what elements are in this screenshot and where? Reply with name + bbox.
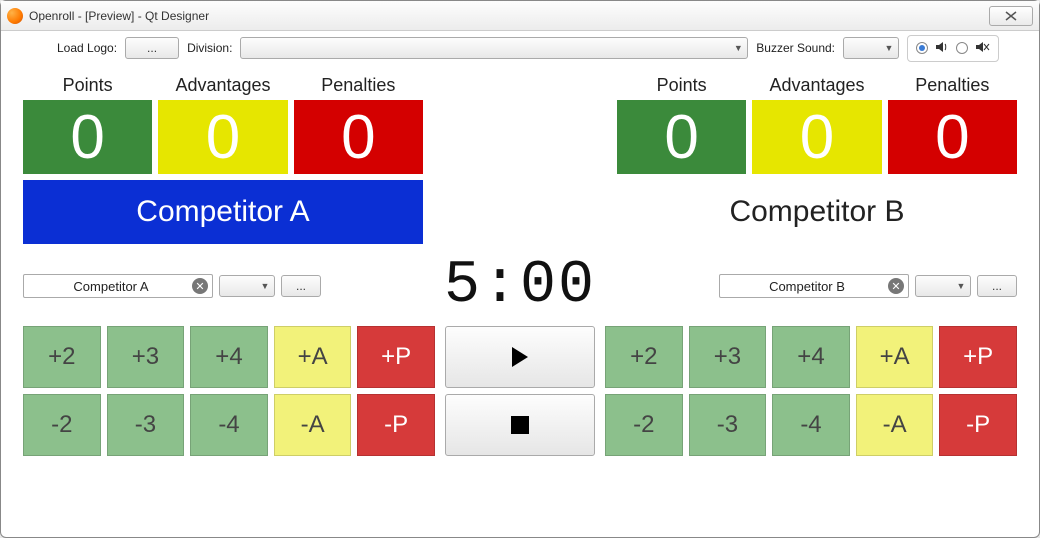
penalties-header: Penalties <box>888 75 1017 100</box>
play-button[interactable] <box>445 326 595 388</box>
b-minus4-button[interactable]: -4 <box>772 394 850 456</box>
timer-display: 5:00 <box>444 252 596 320</box>
buzzer-sound-label: Buzzer Sound: <box>756 41 835 55</box>
buzzer-sound-select[interactable]: ▼ <box>843 37 899 59</box>
points-header: Points <box>617 75 746 100</box>
advantages-header: Advantages <box>752 75 881 100</box>
b-plus2-button[interactable]: +2 <box>605 326 683 388</box>
toolbar: Load Logo: ... Division: ▼ Buzzer Sound:… <box>1 31 1039 65</box>
b-plusA-button[interactable]: +A <box>856 326 934 388</box>
sound-on-radio[interactable] <box>916 42 928 54</box>
b-advantages-value: 0 <box>752 100 881 174</box>
division-label: Division: <box>187 41 232 55</box>
penalties-header: Penalties <box>294 75 423 100</box>
timer-controls <box>445 326 595 456</box>
chevron-down-icon: ▼ <box>731 43 745 53</box>
stop-button[interactable] <box>445 394 595 456</box>
a-minusP-button[interactable]: -P <box>357 394 435 456</box>
competitor-a-input-text: Competitor A <box>73 279 148 294</box>
competitor-a-color-select[interactable]: ▼ <box>219 275 275 297</box>
a-points-value: 0 <box>23 100 152 174</box>
b-points-value: 0 <box>617 100 746 174</box>
chevron-down-icon: ▼ <box>882 43 896 53</box>
titlebar: Openroll - [Preview] - Qt Designer <box>1 1 1039 31</box>
a-ops: +2 +3 +4 +A +P -2 -3 -4 -A -P <box>23 326 435 456</box>
stop-icon <box>511 416 529 434</box>
mute-icon <box>974 39 990 58</box>
b-plus3-button[interactable]: +3 <box>689 326 767 388</box>
a-plus4-button[interactable]: +4 <box>190 326 268 388</box>
competitor-b-input-text: Competitor B <box>769 279 845 294</box>
score-panels: Points Advantages Penalties 0 0 0 Compet… <box>1 75 1039 244</box>
competitor-b-input[interactable]: Competitor B ✕ <box>719 274 909 298</box>
app-window: Openroll - [Preview] - Qt Designer Load … <box>0 0 1040 538</box>
a-plus2-button[interactable]: +2 <box>23 326 101 388</box>
play-icon <box>512 347 528 367</box>
clear-icon[interactable]: ✕ <box>888 278 904 294</box>
b-ops: +2 +3 +4 +A +P -2 -3 -4 -A -P <box>605 326 1017 456</box>
competitor-a-more-button[interactable]: ... <box>281 275 321 297</box>
competitor-a-scoreblock: Points Advantages Penalties 0 0 0 Compet… <box>23 75 423 244</box>
window-title: Openroll - [Preview] - Qt Designer <box>29 9 989 23</box>
load-logo-button[interactable]: ... <box>125 37 179 59</box>
a-penalties-value: 0 <box>294 100 423 174</box>
a-minusA-button[interactable]: -A <box>274 394 352 456</box>
a-minus2-button[interactable]: -2 <box>23 394 101 456</box>
a-plusA-button[interactable]: +A <box>274 326 352 388</box>
division-select[interactable]: ▼ <box>240 37 748 59</box>
a-advantages-value: 0 <box>158 100 287 174</box>
competitor-a-name: Competitor A <box>23 180 423 244</box>
competitor-b-color-select[interactable]: ▼ <box>915 275 971 297</box>
points-header: Points <box>23 75 152 100</box>
b-plusP-button[interactable]: +P <box>939 326 1017 388</box>
b-plus4-button[interactable]: +4 <box>772 326 850 388</box>
sound-off-radio[interactable] <box>956 42 968 54</box>
competitor-a-input[interactable]: Competitor A ✕ <box>23 274 213 298</box>
speaker-icon <box>934 39 950 58</box>
competitor-b-scoreblock: Points Advantages Penalties 0 0 0 Compet… <box>617 75 1017 244</box>
button-grid: +2 +3 +4 +A +P -2 -3 -4 -A -P <box>1 320 1039 466</box>
close-button[interactable] <box>989 6 1033 26</box>
chevron-down-icon: ▼ <box>258 281 272 291</box>
mid-row: Competitor A ✕ ▼ ... 5:00 Competitor B ✕… <box>1 244 1039 320</box>
competitor-b-name: Competitor B <box>617 180 1017 244</box>
a-plusP-button[interactable]: +P <box>357 326 435 388</box>
close-icon <box>1004 11 1018 21</box>
competitor-b-controls: Competitor B ✕ ▼ ... <box>719 274 1017 298</box>
b-minusA-button[interactable]: -A <box>856 394 934 456</box>
b-minus3-button[interactable]: -3 <box>689 394 767 456</box>
competitor-a-controls: Competitor A ✕ ▼ ... <box>23 274 321 298</box>
competitor-b-more-button[interactable]: ... <box>977 275 1017 297</box>
clear-icon[interactable]: ✕ <box>192 278 208 294</box>
chevron-down-icon: ▼ <box>954 281 968 291</box>
b-minusP-button[interactable]: -P <box>939 394 1017 456</box>
app-icon <box>7 8 23 24</box>
sound-radio-group <box>907 35 999 62</box>
advantages-header: Advantages <box>158 75 287 100</box>
b-penalties-value: 0 <box>888 100 1017 174</box>
a-minus3-button[interactable]: -3 <box>107 394 185 456</box>
a-plus3-button[interactable]: +3 <box>107 326 185 388</box>
b-minus2-button[interactable]: -2 <box>605 394 683 456</box>
a-minus4-button[interactable]: -4 <box>190 394 268 456</box>
load-logo-label: Load Logo: <box>57 41 117 55</box>
